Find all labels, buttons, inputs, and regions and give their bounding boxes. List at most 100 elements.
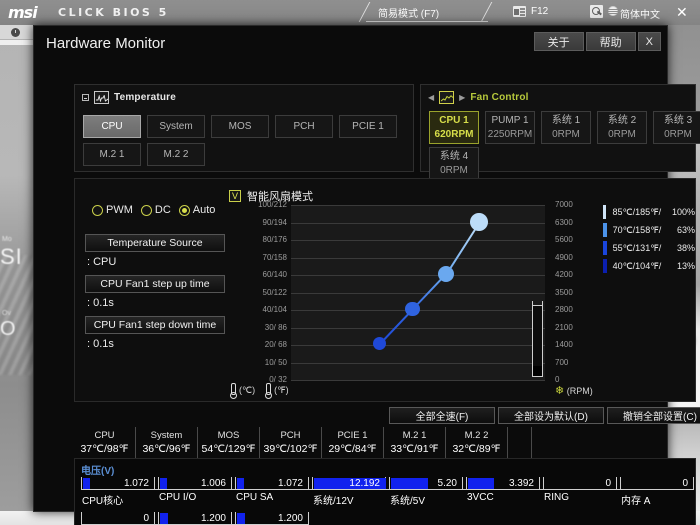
- msi-logo: msi: [8, 3, 38, 22]
- fan-rpm: 0RPM: [552, 128, 580, 140]
- readout-system: System 36℃/96℉: [136, 427, 198, 458]
- radio-label-dc: DC: [154, 204, 171, 216]
- voltage-label: CPU核心: [82, 496, 124, 507]
- y-tick-left-1: 90/194: [262, 217, 287, 227]
- action-button-0[interactable]: 全部全速(F): [389, 407, 495, 424]
- smart-fan-checkbox[interactable]: V: [229, 190, 241, 202]
- chart-temperature-axis-legend: (℃) (℉): [229, 383, 295, 399]
- temperature-source-button[interactable]: Temperature Source: [85, 234, 225, 252]
- step-down-time-button[interactable]: CPU Fan1 step down time: [85, 316, 225, 334]
- y-tick-right-0: 7000: [555, 200, 573, 209]
- fan-name: CPU 1: [439, 114, 469, 126]
- curve-point-1[interactable]: [405, 301, 420, 317]
- language-label[interactable]: 简体中文: [620, 6, 660, 21]
- temperature-sensor-m-2-1[interactable]: M.2 1: [83, 143, 141, 166]
- temperature-source-value: : CPU: [87, 256, 117, 268]
- fan-chip-3[interactable]: 系统 2 0RPM: [597, 111, 647, 144]
- readout-cpu: CPU 37℃/98℉: [74, 427, 136, 458]
- temperature-sensor-pch[interactable]: PCH: [275, 115, 333, 138]
- chevron-right-icon[interactable]: ▶: [459, 93, 465, 102]
- voltage-cell-RING: 0 RING: [543, 477, 622, 507]
- voltage-cell--12V: 12.192 系统/12V: [312, 477, 391, 507]
- y-tick-right-5: 3500: [555, 287, 573, 297]
- chart-y-axis-right: 7000 6300 5600 4900 4200 3500 2800 2100 1400 700 0: [547, 200, 591, 384]
- voltage-baseline-0: [81, 489, 694, 490]
- y-tick-right-6: 2800: [555, 305, 573, 314]
- action-button-1[interactable]: 全部设为默认(D): [498, 407, 604, 424]
- fan-chip-5[interactable]: 系统 4 0RPM: [429, 147, 479, 180]
- y-tick-left-9: 10/ 50: [264, 357, 287, 367]
- about-button[interactable]: 关于: [533, 32, 584, 51]
- legend-row-1: 70℃/158℉/ 63%: [603, 221, 695, 239]
- temperature-sensor-cpu[interactable]: CPU: [83, 115, 141, 138]
- hardware-monitor-dialog: Hardware Monitor 关于 帮助 X Temperature CPU…: [33, 25, 700, 525]
- y-tick-right-1: 6300: [555, 217, 573, 227]
- temperature-sensor-pcie-1[interactable]: PCIE 1: [339, 115, 397, 138]
- temperature-section-title: Temperature: [114, 92, 177, 103]
- product-name: CLICK BIOS 5: [58, 6, 169, 19]
- y-tick-left-5: 50/122: [262, 287, 287, 297]
- y-tick-right-9: 700: [555, 357, 569, 367]
- collapse-icon[interactable]: [82, 94, 89, 101]
- readout-name: PCH: [280, 430, 301, 441]
- legend-row-0: 85℃/185℉/ 100%: [603, 203, 695, 221]
- fan-name: PUMP 1: [491, 114, 529, 126]
- temperature-sensor-system[interactable]: System: [147, 115, 205, 138]
- fan-chip-0[interactable]: CPU 1 620RPM: [429, 111, 479, 144]
- radio-label-pwm: PWM: [106, 204, 133, 216]
- legend-temp-3: 40℃/104℉/: [612, 260, 662, 271]
- gridline-2: [291, 240, 545, 241]
- dialog-close-button[interactable]: X: [637, 32, 661, 51]
- legend-percent-0: 100%: [671, 207, 695, 217]
- screenshot-icon[interactable]: [513, 6, 526, 17]
- temperature-sensor-m-2-2[interactable]: M.2 2: [147, 143, 205, 166]
- ez-mode-button[interactable]: 简易模式 (F7): [358, 0, 497, 25]
- backdrop-text-big-2: O: [0, 318, 16, 340]
- close-icon[interactable]: ✕: [676, 4, 688, 20]
- backdrop-text-small-1: Mo: [2, 236, 12, 243]
- readout-value: 29℃/84℉: [328, 443, 377, 455]
- thermometer-celsius-icon: [229, 383, 237, 399]
- help-button[interactable]: 帮助: [585, 32, 636, 51]
- gridline-5: [291, 292, 545, 294]
- step-up-time-button[interactable]: CPU Fan1 step up time: [85, 275, 225, 293]
- chevron-left-icon[interactable]: ◀: [428, 93, 434, 102]
- voltage-cell-CPU-: 1.072 CPU核心: [81, 477, 160, 507]
- radio-dc[interactable]: [140, 204, 152, 216]
- radio-auto[interactable]: [178, 204, 190, 216]
- fan-icon: ❄: [555, 385, 565, 397]
- voltage-section-title: 电压(V): [81, 466, 115, 477]
- fan-chip-4[interactable]: 系统 3 0RPM: [653, 111, 700, 144]
- legend-swatch-3: [603, 259, 607, 273]
- fan-chip-1[interactable]: PUMP 1 2250RPM: [485, 111, 535, 144]
- readout-m-2-1: M.2 1 33℃/91℉: [384, 427, 446, 458]
- gridline-10: [291, 380, 545, 381]
- curve-point-0[interactable]: [372, 337, 386, 351]
- readout-name: M.2 2: [464, 430, 489, 441]
- fan-section-header: ◀ ▶ Fan Control: [428, 91, 529, 104]
- curve-point-3[interactable]: [469, 213, 488, 231]
- chart-plot-area[interactable]: [291, 205, 545, 381]
- y-tick-right-10: 0: [555, 375, 560, 384]
- celsius-unit-label: (℃): [239, 384, 256, 395]
- globe-icon[interactable]: [608, 6, 618, 16]
- f12-label[interactable]: F12: [531, 6, 548, 17]
- ez-slash-right-icon: [480, 2, 493, 22]
- rpm-gauge: [532, 305, 543, 377]
- radio-pwm[interactable]: [92, 204, 103, 216]
- action-button-2[interactable]: 撤销全部设置(C): [607, 407, 700, 424]
- voltage-panel: 电压(V) 1.072 CPU核心 1.006 CPU I/O 1.072 CPU SA 1…: [74, 458, 696, 525]
- thermometer-fahrenheit-icon: [264, 383, 273, 399]
- y-tick-left-0: 100/212: [258, 200, 287, 209]
- clock-icon: [11, 28, 20, 37]
- voltage-label: 内存 A: [621, 496, 651, 507]
- search-icon[interactable]: [590, 5, 603, 18]
- readout-divider: [508, 427, 532, 458]
- bios-screen: Mo SI Ov O i E msi CLICK BIOS 5 简易模式 (F7…: [0, 0, 700, 525]
- fan-rpm: 0RPM: [608, 128, 636, 140]
- fan-chip-2[interactable]: 系统 1 0RPM: [541, 111, 591, 144]
- page-title: Hardware Monitor: [46, 35, 166, 52]
- temperature-sensor-mos[interactable]: MOS: [211, 115, 269, 138]
- curve-point-2[interactable]: [437, 265, 454, 282]
- legend-temp-2: 55℃/131℉/: [612, 242, 662, 253]
